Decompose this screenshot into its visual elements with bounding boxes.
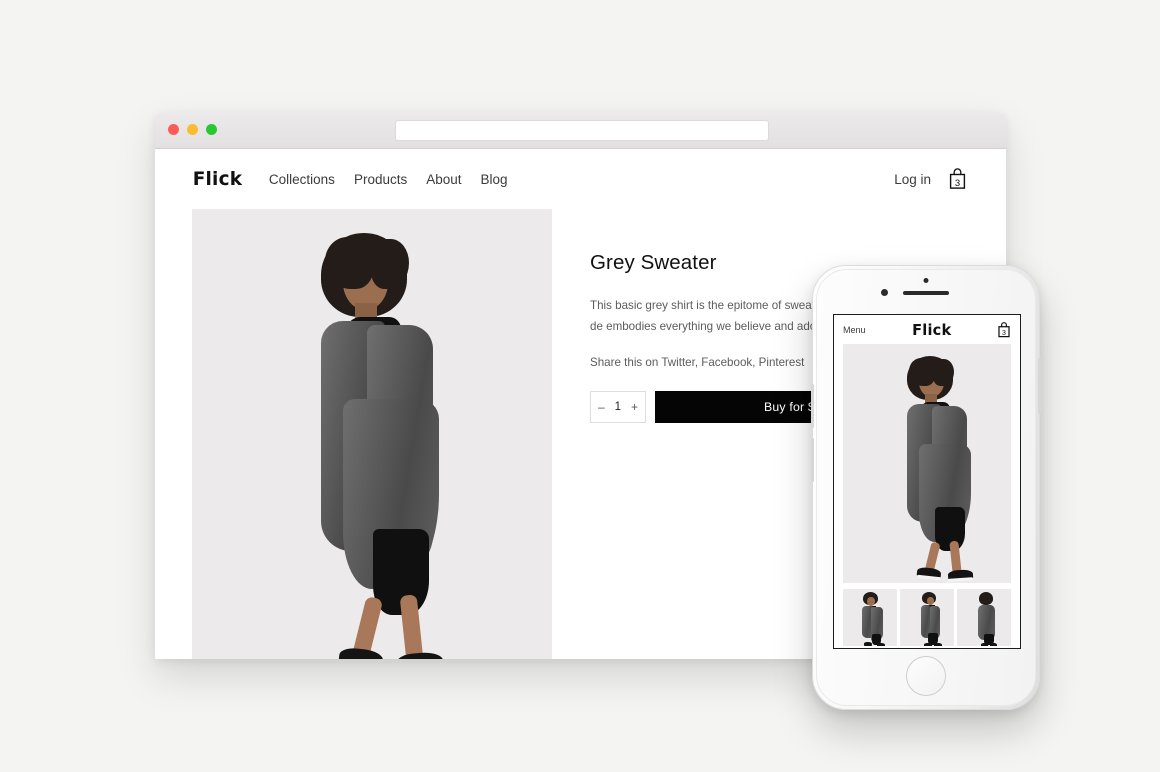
thumb-model-2 bbox=[915, 592, 947, 646]
nav-item-blog[interactable]: Blog bbox=[481, 172, 508, 187]
thumb-model-3 bbox=[971, 592, 1004, 646]
nav-item-about[interactable]: About bbox=[426, 172, 461, 187]
mobile-cart-button[interactable]: 3 bbox=[997, 321, 1011, 338]
site-logo[interactable]: Flick bbox=[193, 168, 242, 190]
mobile-thumbnail-strip bbox=[843, 589, 1011, 646]
model-illustration-mobile bbox=[871, 354, 1011, 582]
nav-item-products[interactable]: Products bbox=[354, 172, 407, 187]
product-description: This basic grey shirt is the epitome of … bbox=[590, 299, 830, 334]
window-controls bbox=[168, 124, 217, 135]
header-actions: Log in 3 bbox=[894, 168, 967, 190]
earpiece-speaker bbox=[903, 291, 949, 295]
thumb-model-1 bbox=[856, 592, 890, 646]
cart-button[interactable]: 3 bbox=[948, 168, 967, 190]
volume-up-button[interactable] bbox=[811, 384, 814, 428]
login-link[interactable]: Log in bbox=[894, 172, 931, 187]
mobile-site-header: Menu Flick 3 bbox=[834, 315, 1020, 344]
address-bar[interactable] bbox=[395, 120, 769, 141]
canvas-background: Flick Collections Products About Blog Lo… bbox=[0, 0, 1160, 772]
power-button[interactable] bbox=[1038, 358, 1041, 414]
mobile-product-image-main[interactable] bbox=[843, 344, 1011, 583]
mobile-site-logo[interactable]: Flick bbox=[867, 321, 995, 339]
main-navigation: Collections Products About Blog bbox=[269, 172, 508, 187]
browser-chrome bbox=[155, 112, 1006, 149]
thumbnail-3[interactable] bbox=[957, 589, 1011, 646]
quantity-increase-button[interactable]: + bbox=[631, 401, 638, 413]
quantity-stepper[interactable]: – 1 + bbox=[590, 390, 646, 423]
model-illustration-desktop bbox=[247, 229, 507, 659]
close-button[interactable] bbox=[168, 124, 179, 135]
thumbnail-2[interactable] bbox=[900, 589, 954, 646]
site-header: Flick Collections Products About Blog Lo… bbox=[155, 149, 1006, 209]
proximity-sensor-icon bbox=[881, 289, 888, 296]
home-button[interactable] bbox=[906, 656, 946, 696]
cart-count-badge: 3 bbox=[954, 177, 961, 189]
maximize-button[interactable] bbox=[206, 124, 217, 135]
mobile-cart-count-badge: 3 bbox=[1002, 329, 1006, 337]
url-input[interactable] bbox=[396, 122, 768, 141]
volume-down-button[interactable] bbox=[811, 438, 814, 482]
phone-mockup: Menu Flick 3 bbox=[811, 265, 1041, 710]
front-camera-icon bbox=[923, 278, 929, 283]
quantity-decrease-button[interactable]: – bbox=[598, 401, 605, 413]
phone-screen: Menu Flick 3 bbox=[833, 314, 1021, 649]
product-image-main[interactable] bbox=[192, 209, 552, 659]
thumbnail-1[interactable] bbox=[843, 589, 897, 646]
nav-item-collections[interactable]: Collections bbox=[269, 172, 335, 187]
minimize-button[interactable] bbox=[187, 124, 198, 135]
quantity-value: 1 bbox=[614, 400, 622, 413]
mobile-menu-button[interactable]: Menu bbox=[843, 325, 866, 335]
